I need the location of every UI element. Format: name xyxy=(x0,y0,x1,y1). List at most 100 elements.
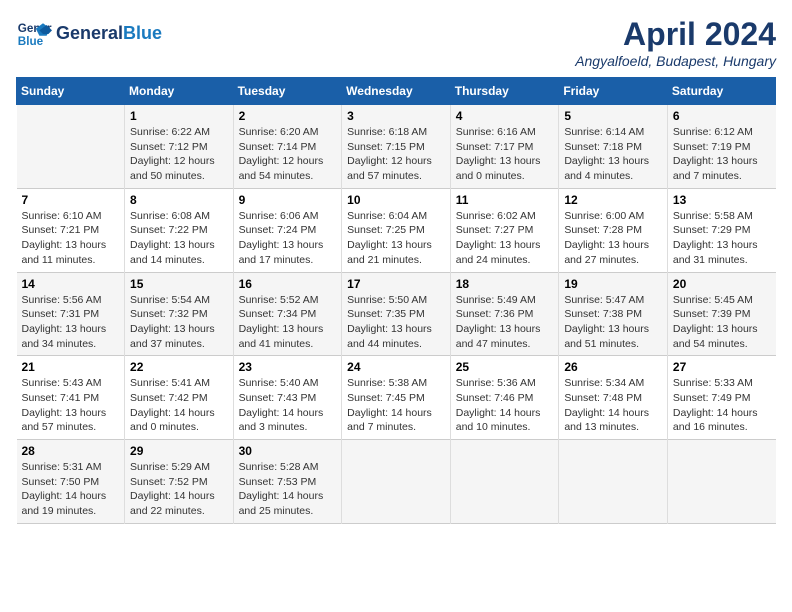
calendar-cell: 18Sunrise: 5:49 AM Sunset: 7:36 PM Dayli… xyxy=(450,272,559,356)
day-number: 8 xyxy=(130,193,228,207)
day-info: Sunrise: 6:16 AM Sunset: 7:17 PM Dayligh… xyxy=(456,125,554,184)
day-header-thursday: Thursday xyxy=(450,78,559,105)
day-number: 24 xyxy=(347,360,445,374)
calendar-cell: 2 Sunrise: 6:20 AM Sunset: 7:14 PM Daylig… xyxy=(233,105,342,189)
calendar-cell: 22Sunrise: 5:41 AM Sunset: 7:42 PM Dayli… xyxy=(125,356,234,440)
calendar-cell: 16 Sunrise: 5:52 AM Sunset: 7:34 PM Dayli… xyxy=(233,272,342,356)
day-info: Sunrise: 5:34 AM Sunset: 7:48 PM Dayligh… xyxy=(564,376,662,435)
calendar-cell: 27Sunrise: 5:33 AM Sunset: 7:49 PM Dayli… xyxy=(667,356,775,440)
calendar-week-row: 21 Sunrise: 5:43 AM Sunset: 7:41 PM Dayli… xyxy=(17,356,776,440)
logo-text: GeneralBlue xyxy=(56,24,162,44)
calendar-cell: 6 Sunrise: 6:12 AM Sunset: 7:19 PM Daylig… xyxy=(667,105,775,189)
day-number: 2 xyxy=(239,109,337,123)
day-number: 23 xyxy=(239,360,337,374)
day-info: Sunrise: 5:58 AM Sunset: 7:29 PM Dayligh… xyxy=(673,209,771,268)
day-header-friday: Friday xyxy=(559,78,668,105)
day-info: Sunrise: 6:06 AM Sunset: 7:24 PM Dayligh… xyxy=(239,209,337,268)
calendar-cell: 20 Sunrise: 5:45 AM Sunset: 7:39 PM Dayli… xyxy=(667,272,775,356)
day-info: Sunrise: 6:22 AM Sunset: 7:12 PM Dayligh… xyxy=(130,125,228,184)
day-info: Sunrise: 5:38 AM Sunset: 7:45 PM Dayligh… xyxy=(347,376,445,435)
day-number: 30 xyxy=(239,444,337,458)
calendar-week-row: 28Sunrise: 5:31 AM Sunset: 7:50 PM Dayli… xyxy=(17,440,776,524)
calendar-week-row: 1 Sunrise: 6:22 AM Sunset: 7:12 PM Daylig… xyxy=(17,105,776,189)
calendar-cell: 5 Sunrise: 6:14 AM Sunset: 7:18 PM Daylig… xyxy=(559,105,668,189)
day-number: 25 xyxy=(456,360,554,374)
day-info: Sunrise: 5:49 AM Sunset: 7:36 PM Dayligh… xyxy=(456,293,554,352)
calendar-cell: 15Sunrise: 5:54 AM Sunset: 7:32 PM Dayli… xyxy=(125,272,234,356)
day-number: 10 xyxy=(347,193,445,207)
calendar-cell: 17Sunrise: 5:50 AM Sunset: 7:35 PM Dayli… xyxy=(342,272,451,356)
logo: General Blue GeneralBlue xyxy=(16,16,162,52)
day-number: 4 xyxy=(456,109,554,123)
calendar-cell: 9 Sunrise: 6:06 AM Sunset: 7:24 PM Daylig… xyxy=(233,188,342,272)
day-number: 6 xyxy=(673,109,771,123)
calendar-cell: 21 Sunrise: 5:43 AM Sunset: 7:41 PM Dayli… xyxy=(17,356,125,440)
day-number: 26 xyxy=(564,360,662,374)
calendar-cell: 4 Sunrise: 6:16 AM Sunset: 7:17 PM Daylig… xyxy=(450,105,559,189)
day-number: 28 xyxy=(22,444,120,458)
day-number: 27 xyxy=(673,360,771,374)
calendar-cell xyxy=(667,440,775,524)
calendar-cell: 28Sunrise: 5:31 AM Sunset: 7:50 PM Dayli… xyxy=(17,440,125,524)
day-info: Sunrise: 6:18 AM Sunset: 7:15 PM Dayligh… xyxy=(347,125,445,184)
calendar-cell xyxy=(559,440,668,524)
calendar-header-row: SundayMondayTuesdayWednesdayThursdayFrid… xyxy=(17,78,776,105)
calendar-cell: 23 Sunrise: 5:40 AM Sunset: 7:43 PM Dayli… xyxy=(233,356,342,440)
calendar-week-row: 14Sunrise: 5:56 AM Sunset: 7:31 PM Dayli… xyxy=(17,272,776,356)
day-header-sunday: Sunday xyxy=(17,78,125,105)
day-number: 12 xyxy=(564,193,662,207)
day-info: Sunrise: 6:04 AM Sunset: 7:25 PM Dayligh… xyxy=(347,209,445,268)
day-info: Sunrise: 5:47 AM Sunset: 7:38 PM Dayligh… xyxy=(564,293,662,352)
calendar-cell xyxy=(342,440,451,524)
day-info: Sunrise: 5:52 AM Sunset: 7:34 PM Dayligh… xyxy=(239,293,337,352)
title-area: April 2024 Angyalfoeld, Budapest, Hungar… xyxy=(575,16,776,69)
day-info: Sunrise: 6:08 AM Sunset: 7:22 PM Dayligh… xyxy=(130,209,228,268)
subtitle: Angyalfoeld, Budapest, Hungary xyxy=(575,53,776,69)
day-info: Sunrise: 5:40 AM Sunset: 7:43 PM Dayligh… xyxy=(239,376,337,435)
day-info: Sunrise: 6:12 AM Sunset: 7:19 PM Dayligh… xyxy=(673,125,771,184)
day-info: Sunrise: 6:02 AM Sunset: 7:27 PM Dayligh… xyxy=(456,209,554,268)
calendar-cell: 13Sunrise: 5:58 AM Sunset: 7:29 PM Dayli… xyxy=(667,188,775,272)
day-number: 21 xyxy=(22,360,120,374)
day-info: Sunrise: 6:20 AM Sunset: 7:14 PM Dayligh… xyxy=(239,125,337,184)
day-number: 5 xyxy=(564,109,662,123)
calendar-cell: 11 Sunrise: 6:02 AM Sunset: 7:27 PM Dayli… xyxy=(450,188,559,272)
calendar-cell: 12 Sunrise: 6:00 AM Sunset: 7:28 PM Dayli… xyxy=(559,188,668,272)
day-info: Sunrise: 5:45 AM Sunset: 7:39 PM Dayligh… xyxy=(673,293,771,352)
day-info: Sunrise: 6:00 AM Sunset: 7:28 PM Dayligh… xyxy=(564,209,662,268)
day-number: 11 xyxy=(456,193,554,207)
day-info: Sunrise: 5:28 AM Sunset: 7:53 PM Dayligh… xyxy=(239,460,337,519)
main-title: April 2024 xyxy=(575,16,776,53)
day-header-wednesday: Wednesday xyxy=(342,78,451,105)
logo-icon: General Blue xyxy=(16,16,52,52)
day-info: Sunrise: 6:14 AM Sunset: 7:18 PM Dayligh… xyxy=(564,125,662,184)
day-info: Sunrise: 5:43 AM Sunset: 7:41 PM Dayligh… xyxy=(22,376,120,435)
day-number: 3 xyxy=(347,109,445,123)
calendar-cell: 30 Sunrise: 5:28 AM Sunset: 7:53 PM Dayli… xyxy=(233,440,342,524)
calendar-cell: 26 Sunrise: 5:34 AM Sunset: 7:48 PM Dayli… xyxy=(559,356,668,440)
day-header-monday: Monday xyxy=(125,78,234,105)
day-info: Sunrise: 6:10 AM Sunset: 7:21 PM Dayligh… xyxy=(22,209,120,268)
day-number: 7 xyxy=(22,193,120,207)
calendar-cell: 7 Sunrise: 6:10 AM Sunset: 7:21 PM Daylig… xyxy=(17,188,125,272)
day-header-saturday: Saturday xyxy=(667,78,775,105)
day-number: 20 xyxy=(673,277,771,291)
calendar-cell: 24 Sunrise: 5:38 AM Sunset: 7:45 PM Dayli… xyxy=(342,356,451,440)
calendar-cell: 19 Sunrise: 5:47 AM Sunset: 7:38 PM Dayli… xyxy=(559,272,668,356)
calendar-cell: 29Sunrise: 5:29 AM Sunset: 7:52 PM Dayli… xyxy=(125,440,234,524)
calendar-cell xyxy=(450,440,559,524)
day-info: Sunrise: 5:41 AM Sunset: 7:42 PM Dayligh… xyxy=(130,376,228,435)
day-number: 9 xyxy=(239,193,337,207)
calendar-cell: 14Sunrise: 5:56 AM Sunset: 7:31 PM Dayli… xyxy=(17,272,125,356)
calendar-cell: 3 Sunrise: 6:18 AM Sunset: 7:15 PM Daylig… xyxy=(342,105,451,189)
day-info: Sunrise: 5:50 AM Sunset: 7:35 PM Dayligh… xyxy=(347,293,445,352)
day-number: 19 xyxy=(564,277,662,291)
calendar-cell: 8 Sunrise: 6:08 AM Sunset: 7:22 PM Daylig… xyxy=(125,188,234,272)
calendar-cell: 25Sunrise: 5:36 AM Sunset: 7:46 PM Dayli… xyxy=(450,356,559,440)
day-number: 16 xyxy=(239,277,337,291)
page-header: General Blue GeneralBlue April 2024 Angy… xyxy=(16,16,776,69)
svg-text:Blue: Blue xyxy=(18,35,44,48)
day-number: 1 xyxy=(130,109,228,123)
day-number: 29 xyxy=(130,444,228,458)
calendar-cell xyxy=(17,105,125,189)
